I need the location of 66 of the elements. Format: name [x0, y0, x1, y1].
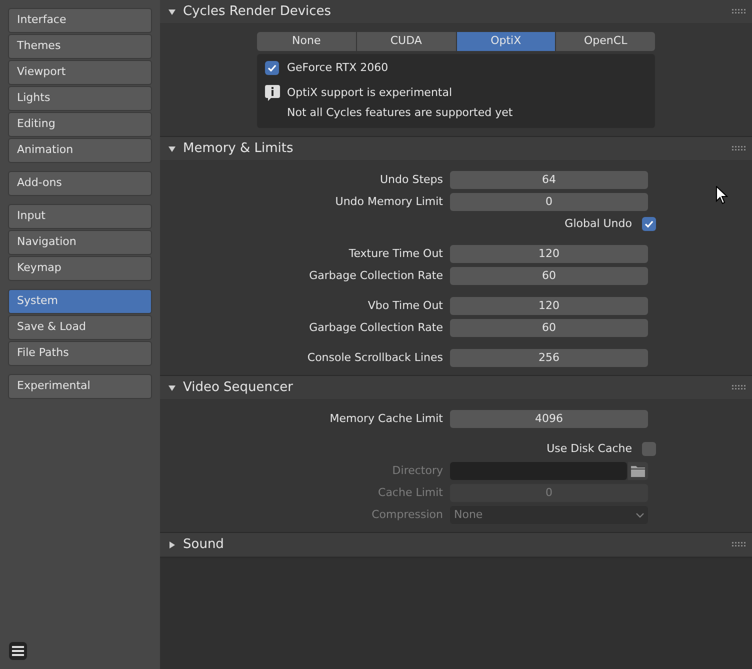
sidebar-item[interactable]: Animation	[8, 138, 152, 163]
sidebar-item[interactable]: Interface	[8, 8, 152, 33]
number-field[interactable]: 120	[450, 297, 648, 315]
sidebar-item[interactable]: Save & Load	[8, 315, 152, 340]
drag-handle-icon[interactable]	[732, 8, 746, 14]
sidebar-item[interactable]: Themes	[8, 34, 152, 59]
sidebar-item[interactable]: Editing	[8, 112, 152, 137]
field-label: Compression	[370, 506, 444, 523]
mouse-cursor-icon	[716, 186, 728, 205]
info-text: Not all Cycles features are supported yet	[287, 104, 513, 121]
panel-header[interactable]: Sound	[160, 533, 752, 557]
field-label: Garbage Collection Rate	[308, 268, 444, 284]
sidebar-item[interactable]: Viewport	[8, 60, 152, 85]
sidebar-item[interactable]: System	[8, 289, 152, 314]
number-field[interactable]: 60	[450, 319, 648, 337]
field-label: Directory	[391, 462, 444, 479]
panel-header[interactable]: Video Sequencer	[160, 376, 752, 400]
number-field[interactable]: 64	[450, 171, 648, 189]
field-label: Memory Cache Limit	[328, 410, 444, 427]
field-label: Garbage Collection Rate	[308, 320, 444, 336]
field-label: Console Scrollback Lines	[306, 350, 444, 366]
checkbox-label: Global Undo	[564, 216, 632, 232]
panel-title: Cycles Render Devices	[183, 2, 332, 21]
device-tab[interactable]: OpenCL	[556, 32, 655, 51]
panel-header[interactable]: Memory & Limits	[160, 137, 752, 161]
field-label: Vbo Time Out	[366, 298, 444, 314]
field-label: Undo Memory Limit	[334, 194, 444, 210]
checkbox[interactable]	[642, 442, 656, 456]
drag-handle-icon[interactable]	[732, 146, 746, 152]
sidebar-item[interactable]: Lights	[8, 86, 152, 111]
number-field[interactable]: 60	[450, 267, 648, 285]
drag-handle-icon[interactable]	[732, 384, 746, 390]
device-tab[interactable]: None	[257, 32, 356, 51]
menu-icon	[12, 646, 24, 656]
checkmark-icon	[267, 63, 277, 73]
panel-title: Video Sequencer	[183, 378, 294, 397]
device-tab[interactable]: OptiX	[456, 32, 556, 51]
number-field[interactable]: 120	[450, 245, 648, 263]
sidebar-item[interactable]: File Paths	[8, 341, 152, 366]
device-name: GeForce RTX 2060	[287, 60, 388, 76]
sidebar-item[interactable]: Add-ons	[8, 171, 152, 196]
drag-handle-icon[interactable]	[732, 542, 746, 548]
number-field[interactable]: 256	[450, 349, 648, 367]
panel-title: Sound	[183, 536, 224, 554]
folder-button[interactable]	[628, 462, 648, 480]
field-label: Texture Time Out	[348, 246, 444, 262]
sidebar-item[interactable]: Navigation	[8, 230, 152, 255]
sidebar-item[interactable]: Input	[8, 204, 152, 229]
panel-title: Memory & Limits	[183, 140, 294, 158]
field-label: Undo Steps	[378, 172, 444, 188]
device-tab[interactable]: CUDA	[356, 32, 456, 51]
checkbox-label: Use Disk Cache	[546, 440, 632, 457]
field-label: Cache Limit	[377, 484, 444, 501]
info-text: OptiX support is experimental	[287, 84, 452, 101]
checkbox[interactable]	[265, 61, 279, 75]
sidebar-item[interactable]: Experimental	[8, 374, 152, 399]
chevron-down-icon	[636, 512, 644, 518]
number-field[interactable]: 4096	[450, 410, 648, 428]
menu-button[interactable]	[9, 642, 27, 660]
panel-header[interactable]: Cycles Render Devices	[160, 0, 752, 24]
info-icon	[265, 85, 280, 101]
sidebar-item[interactable]: Keymap	[8, 256, 152, 281]
number-field[interactable]: 0	[450, 193, 648, 211]
folder-icon	[631, 466, 645, 476]
checkbox[interactable]	[642, 217, 656, 231]
checkmark-icon	[644, 219, 654, 229]
